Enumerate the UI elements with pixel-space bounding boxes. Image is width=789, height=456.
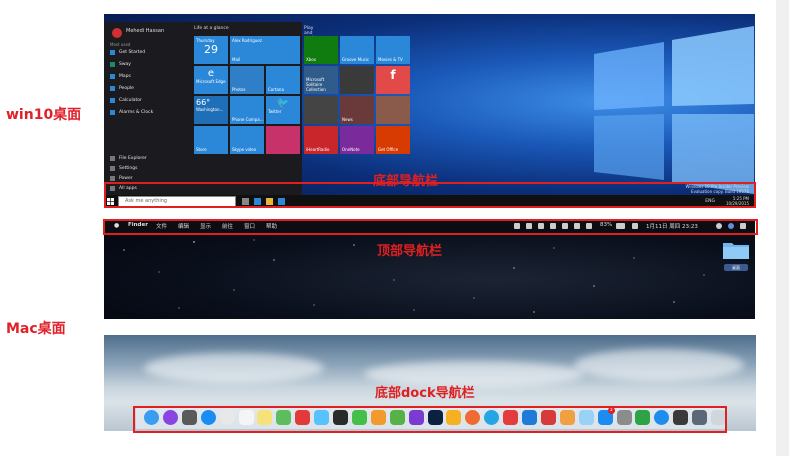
win-taskbar-annotation: 底部导航栏	[373, 174, 439, 189]
tile-candy-crush[interactable]	[266, 126, 300, 154]
start-item-label: People	[119, 86, 134, 91]
folder-icon	[110, 156, 115, 161]
start-item-label: Maps	[119, 74, 131, 79]
gear-icon	[110, 166, 115, 171]
windows-logo-wallpaper	[594, 26, 754, 194]
tile-label: Store	[196, 147, 207, 152]
tile-photo[interactable]	[376, 96, 410, 124]
tile-label: OneNote	[342, 147, 360, 152]
tile-calendar[interactable]: Thursday 29	[194, 36, 228, 64]
tile-xbox[interactable]: Xbox	[304, 36, 338, 64]
tile-label: Microsoft Edge	[196, 79, 226, 84]
twitter-bird-icon: 🐦	[276, 98, 290, 109]
tile-twitter[interactable]: 🐦 Twitter	[266, 96, 300, 124]
tile-label: Groove Music	[342, 57, 370, 62]
tile-cortana[interactable]: Cortana	[266, 66, 300, 94]
tile-label: iHeartRadio	[306, 147, 330, 152]
tile-label: News	[342, 117, 353, 122]
mail-label: Mail	[232, 57, 241, 62]
tile-phone-companion[interactable]: Phone Compa...	[230, 96, 264, 124]
desktop-folder-icon[interactable]	[722, 240, 750, 260]
user-name[interactable]: Mehedi Hassan	[126, 28, 164, 34]
tile-label: Microsoft Solitaire Collection	[306, 77, 326, 92]
tile-onenote[interactable]: OneNote	[340, 126, 374, 154]
tile-label: Twitter	[268, 109, 282, 114]
tile-label: Get Office	[378, 147, 399, 152]
start-item-label: Settings	[119, 166, 138, 171]
alarm-clock-icon	[110, 110, 115, 115]
tile-solitaire[interactable]: Microsoft Solitaire Collection	[304, 66, 338, 94]
right-scroll-strip	[776, 0, 789, 456]
life-at-a-glance-heading: Life at a glance	[194, 26, 229, 31]
start-item-file-explorer[interactable]: File Explorer	[110, 156, 147, 161]
maps-icon	[110, 74, 115, 79]
start-item-label: Get Started	[119, 50, 146, 55]
win10-section-label: win10桌面	[6, 107, 82, 123]
tile-skype[interactable]: Skype video	[230, 126, 264, 154]
tile-photos[interactable]: Photos	[230, 66, 264, 94]
start-item-label: File Explorer	[119, 156, 147, 161]
start-item-sway[interactable]: Sway	[110, 62, 131, 67]
cloud-shape	[574, 349, 744, 381]
tile-store[interactable]: Store	[194, 126, 228, 154]
tile-edge[interactable]: e Microsoft Edge	[194, 66, 228, 94]
desktop-folder-label[interactable]: 桌面	[724, 264, 748, 271]
sway-icon	[110, 62, 115, 67]
start-item-label: Sway	[119, 62, 131, 67]
start-item-calculator[interactable]: Calculator	[110, 98, 142, 103]
tile-label: Xbox	[306, 57, 316, 62]
power-icon	[110, 176, 115, 181]
tile-label: Phone Compa...	[232, 117, 264, 122]
tile-label: Cortana	[268, 87, 284, 92]
weather-place: Washington...	[196, 107, 224, 112]
start-item-settings[interactable]: Settings	[110, 166, 137, 171]
start-menu[interactable]: Mehedi Hassan Most used Get Started Sway…	[104, 22, 410, 196]
edge-icon: e	[207, 68, 215, 79]
weather-temp: 66°	[196, 98, 211, 107]
people-icon	[110, 86, 115, 91]
tile-weather[interactable]: 66° Washington...	[194, 96, 228, 124]
tile-movie-poster[interactable]	[304, 96, 338, 124]
tile-get-office[interactable]: Get Office	[376, 126, 410, 154]
calendar-date: 29	[204, 43, 218, 56]
tile-movies-tv[interactable]: Movies & TV	[376, 36, 410, 64]
user-avatar[interactable]	[112, 28, 122, 38]
get-started-icon	[110, 50, 115, 55]
start-item-people[interactable]: People	[110, 86, 134, 91]
mail-sender: Alex Rodriguez	[232, 38, 262, 43]
tile-iheartradio[interactable]: iHeartRadio	[304, 126, 338, 154]
mac-dock-annotation: 底部dock导航栏	[375, 386, 475, 401]
mac-dock-highlight	[133, 406, 727, 433]
tile-label: Movies & TV	[378, 57, 403, 62]
tile-mail[interactable]: Alex Rodriguez Mail	[230, 36, 300, 64]
tile-photo-collage[interactable]	[340, 66, 374, 94]
mac-section-label: Mac桌面	[6, 321, 66, 337]
tile-groove-music[interactable]: Groove Music	[340, 36, 374, 64]
tile-label: Skype video	[232, 147, 257, 152]
start-item-power[interactable]: Power	[110, 176, 133, 181]
tile-flipboard[interactable]: f	[376, 66, 410, 94]
start-item-maps[interactable]: Maps	[110, 74, 131, 79]
flipboard-icon: f	[390, 68, 396, 82]
start-item-label: Calculator	[119, 98, 142, 103]
start-menu-left-pane: Mehedi Hassan Most used Get Started Sway…	[104, 22, 190, 196]
start-item-alarms[interactable]: Alarms & Clock	[110, 110, 153, 115]
start-item-label: Alarms & Clock	[119, 110, 154, 115]
tile-label: Photos	[232, 87, 246, 92]
most-used-heading: Most used	[110, 42, 131, 47]
tile-news[interactable]: News	[340, 96, 374, 124]
mac-menubar-highlight	[103, 219, 758, 235]
start-item-label: Power	[119, 176, 133, 181]
calculator-icon	[110, 98, 115, 103]
start-item-get-started[interactable]: Get Started	[110, 50, 145, 55]
cloud-shape	[144, 353, 324, 383]
mac-menubar-annotation: 顶部导航栏	[377, 244, 443, 259]
